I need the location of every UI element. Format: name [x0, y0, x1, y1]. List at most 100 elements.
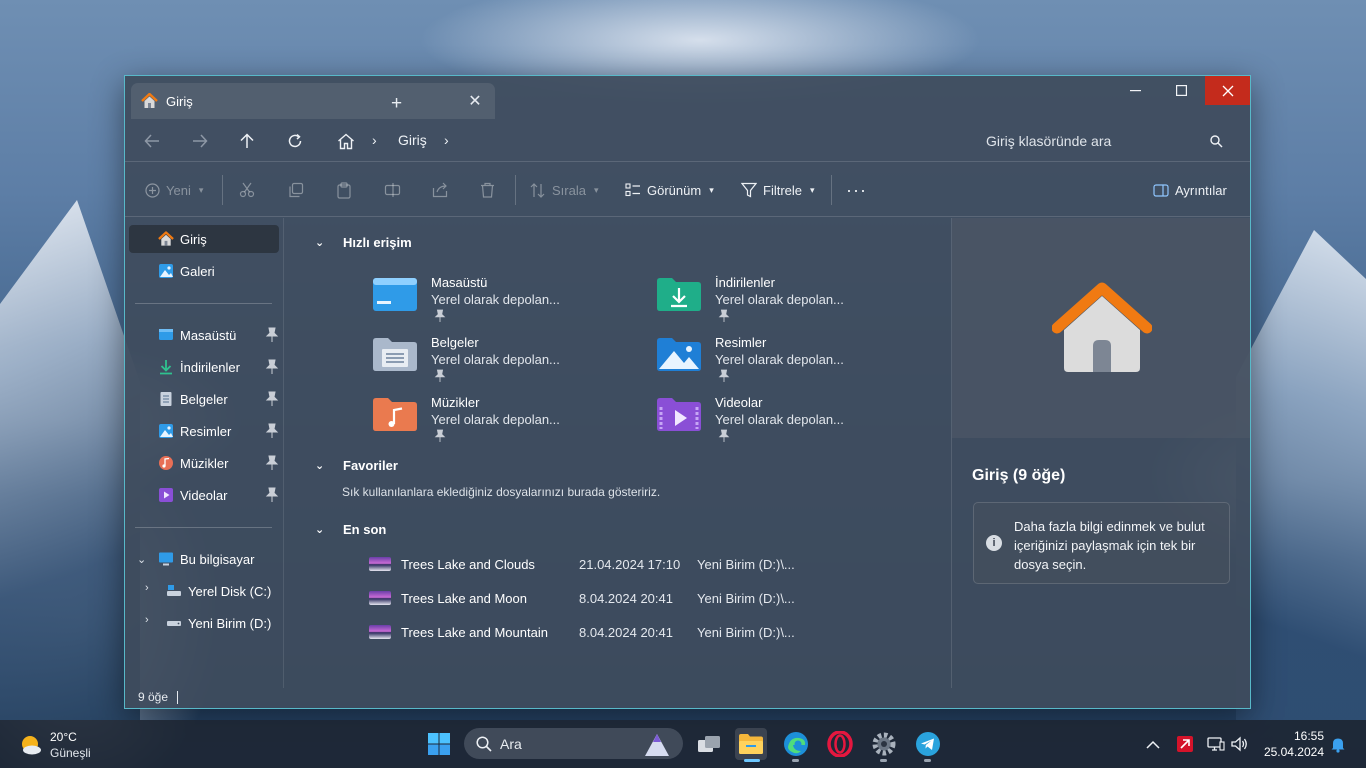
breadcrumb-current[interactable]: Giriş: [398, 132, 427, 148]
recent-file-row[interactable]: Trees Lake and Moon 8.04.2024 20:41 Yeni…: [369, 583, 929, 613]
details-pane-button[interactable]: Ayrıntılar: [1153, 177, 1227, 203]
sidebar-item-downloads[interactable]: İndirilenler: [129, 353, 279, 381]
maximize-button[interactable]: [1159, 76, 1204, 105]
quick-access-pictures[interactable]: Resimler Yerel olarak depolan...: [656, 333, 926, 389]
sunny-icon: [22, 736, 41, 755]
sidebar-item-label: Masaüstü: [180, 327, 237, 343]
taskbar-search[interactable]: Ara: [464, 728, 683, 759]
paste-button[interactable]: [336, 177, 352, 203]
refresh-button[interactable]: [281, 127, 309, 155]
taskbar-opera[interactable]: [824, 728, 856, 760]
share-icon: [432, 182, 448, 198]
home-breadcrumb-button[interactable]: [332, 127, 360, 155]
pin-icon[interactable]: [265, 455, 279, 471]
close-window-button[interactable]: [1205, 76, 1250, 105]
copy-icon: [289, 182, 304, 198]
sort-icon: [530, 182, 545, 198]
back-button[interactable]: [138, 127, 166, 155]
forward-button[interactable]: [186, 127, 214, 155]
up-button[interactable]: [233, 127, 261, 155]
task-view-button[interactable]: [693, 728, 725, 760]
weather-widget[interactable]: 20°C Güneşli: [19, 729, 129, 761]
pin-icon[interactable]: [265, 359, 279, 375]
sidebar-item-drive-d[interactable]: Yeni Birim (D:): [129, 609, 279, 637]
recent-header[interactable]: ⌄ En son: [315, 522, 386, 537]
taskbar-clock[interactable]: 16:55 25.04.2024: [1262, 728, 1324, 760]
file-explorer-window: Giriş ✕ + › Giriş › Giriş klasöründe ara…: [124, 75, 1251, 709]
minimize-button[interactable]: [1113, 76, 1158, 105]
new-tab-button[interactable]: +: [391, 93, 402, 115]
sidebar-item-music[interactable]: Müzikler: [129, 449, 279, 477]
pin-icon[interactable]: [265, 327, 279, 343]
search-icon[interactable]: [1210, 135, 1223, 148]
favorites-header[interactable]: ⌄ Favoriler: [315, 458, 398, 473]
tile-subtitle: Yerel olarak depolan...: [715, 292, 844, 307]
scissors-icon: [239, 182, 255, 198]
search-input[interactable]: [973, 133, 1193, 149]
sidebar-item-this-pc[interactable]: Bu bilgisayar: [129, 545, 279, 573]
home-outline-icon: [338, 133, 354, 149]
tray-amd-icon[interactable]: [1175, 734, 1195, 754]
view-button[interactable]: Görünüm ▾: [625, 177, 714, 203]
status-divider: [177, 691, 178, 704]
taskbar-file-explorer[interactable]: [735, 728, 767, 760]
taskbar-telegram[interactable]: [912, 728, 944, 760]
notification-button[interactable]: [1328, 734, 1348, 754]
home-icon: [141, 93, 158, 108]
tray-volume-icon[interactable]: [1230, 734, 1250, 754]
sort-button[interactable]: Sırala ▾: [530, 177, 599, 203]
search-box[interactable]: [973, 125, 1241, 157]
pin-icon[interactable]: [265, 391, 279, 407]
title-bar: Giriş ✕ +: [125, 76, 1250, 119]
section-chevron-icon[interactable]: ⌄: [315, 459, 329, 472]
address-bar: › Giriş ›: [125, 119, 1250, 162]
breadcrumb-chevron-icon[interactable]: ›: [372, 132, 377, 148]
documents-icon: [160, 392, 172, 406]
taskbar-search-label: Ara: [500, 735, 522, 752]
sidebar-item-gallery[interactable]: Galeri: [129, 257, 279, 285]
image-thumbnail-icon: [369, 557, 391, 571]
network-icon: [1207, 737, 1225, 751]
recent-file-row[interactable]: Trees Lake and Clouds 21.04.2024 17:10 Y…: [369, 549, 929, 579]
filter-button[interactable]: Filtrele ▾: [741, 177, 815, 203]
close-icon: [1222, 85, 1234, 96]
sidebar-item-home[interactable]: Giriş: [129, 225, 279, 253]
tray-network-icon[interactable]: [1206, 734, 1226, 754]
tile-name: Müzikler: [431, 395, 480, 410]
breadcrumb-chevron-icon[interactable]: ›: [444, 132, 449, 148]
rename-button[interactable]: [384, 177, 401, 203]
tile-subtitle: Yerel olarak depolan...: [715, 352, 844, 367]
quick-access-downloads[interactable]: İndirilenler Yerel olarak depolan...: [656, 273, 926, 329]
section-chevron-icon[interactable]: ⌄: [315, 523, 329, 536]
taskbar-edge[interactable]: [780, 728, 812, 760]
tile-subtitle: Yerel olarak depolan...: [431, 352, 560, 367]
sidebar-item-videos[interactable]: Videolar: [129, 481, 279, 509]
share-button[interactable]: [432, 177, 448, 203]
taskbar-settings[interactable]: [868, 728, 900, 760]
close-tab-icon[interactable]: ✕: [465, 91, 485, 111]
start-button[interactable]: [423, 728, 455, 760]
pictures-icon: [159, 424, 173, 438]
pin-icon[interactable]: [265, 423, 279, 439]
file-name: Trees Lake and Moon: [401, 590, 527, 606]
sidebar-item-desktop[interactable]: Masaüstü: [129, 321, 279, 349]
recent-file-row[interactable]: Trees Lake and Mountain 8.04.2024 20:41 …: [369, 617, 929, 647]
sidebar-item-documents[interactable]: Belgeler: [129, 385, 279, 413]
sidebar-item-drive-c[interactable]: Yerel Disk (C:): [129, 577, 279, 605]
pin-icon[interactable]: [265, 487, 279, 503]
quick-access-music[interactable]: Müzikler Yerel olarak depolan...: [372, 393, 642, 449]
tab-home[interactable]: Giriş ✕ +: [131, 83, 495, 119]
copy-button[interactable]: [288, 177, 304, 203]
quick-access-header[interactable]: ⌄ Hızlı erişim: [315, 235, 412, 250]
tray-overflow-chevron-icon[interactable]: [1143, 734, 1163, 754]
quick-access-desktop[interactable]: Masaüstü Yerel olarak depolan...: [372, 273, 642, 329]
quick-access-documents[interactable]: Belgeler Yerel olarak depolan...: [372, 333, 642, 389]
cut-button[interactable]: [239, 177, 255, 203]
sidebar-item-label: Giriş: [180, 231, 207, 247]
new-button[interactable]: Yeni ▾: [145, 177, 203, 203]
section-chevron-icon[interactable]: ⌄: [315, 236, 329, 249]
more-options-button[interactable]: ···: [846, 177, 867, 203]
quick-access-videos[interactable]: Videolar Yerel olarak depolan...: [656, 393, 926, 449]
delete-button[interactable]: [480, 177, 495, 203]
sidebar-item-pictures[interactable]: Resimler: [129, 417, 279, 445]
